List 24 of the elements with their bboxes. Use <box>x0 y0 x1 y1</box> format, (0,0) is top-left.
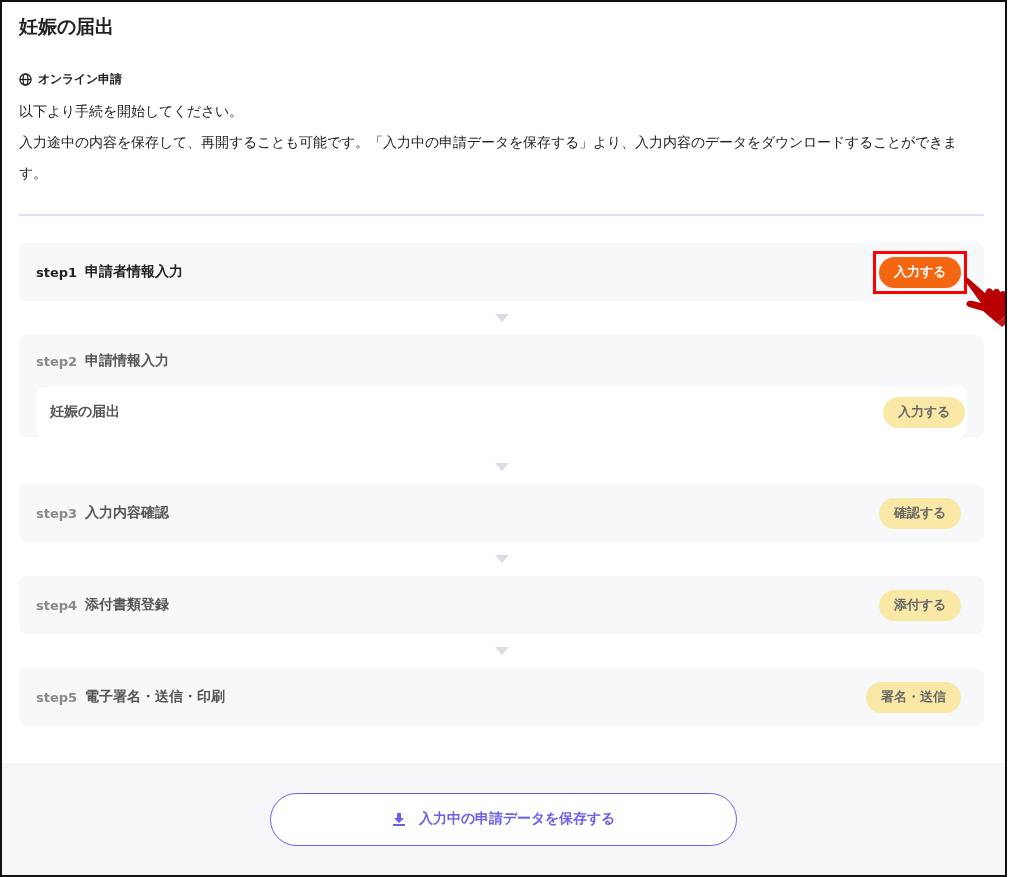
step-number: step4 <box>36 597 78 613</box>
page-title: 妊娠の届出 <box>19 14 115 39</box>
step-name: 電子署名・送信・印刷 <box>85 688 226 706</box>
sub-item-name: 妊娠の届出 <box>50 403 120 421</box>
step-number: step5 <box>36 689 78 705</box>
step-number: step2 <box>36 353 78 369</box>
step-name: 申請情報入力 <box>85 352 170 370</box>
description-text: 以下より手続を開始してください。 <box>19 102 244 121</box>
step-action-button[interactable]: 入力する <box>879 256 961 288</box>
method-label: オンライン申請 <box>38 71 122 88</box>
step-name: 入力内容確認 <box>85 504 170 522</box>
save-data-button[interactable]: 入力中の申請データを保存する <box>270 792 737 846</box>
down-arrow-icon <box>494 555 509 563</box>
description-text: 入力途中の内容を保存して、再開することも可能です。「入力中の申請データを保存する」より、入力内容のデータをダウンロードすることができます。 <box>19 133 958 183</box>
step-name: 申請者情報入力 <box>85 263 184 281</box>
down-arrow-icon <box>494 463 509 471</box>
down-arrow-icon <box>494 314 509 322</box>
step-number: step3 <box>36 505 78 521</box>
step-number: step1 <box>36 264 78 280</box>
globe-icon <box>19 73 32 86</box>
down-arrow-icon <box>494 647 509 655</box>
download-icon <box>392 812 405 826</box>
step-name: 添付書類登録 <box>85 596 170 614</box>
pointing-hand-icon <box>961 277 1005 327</box>
